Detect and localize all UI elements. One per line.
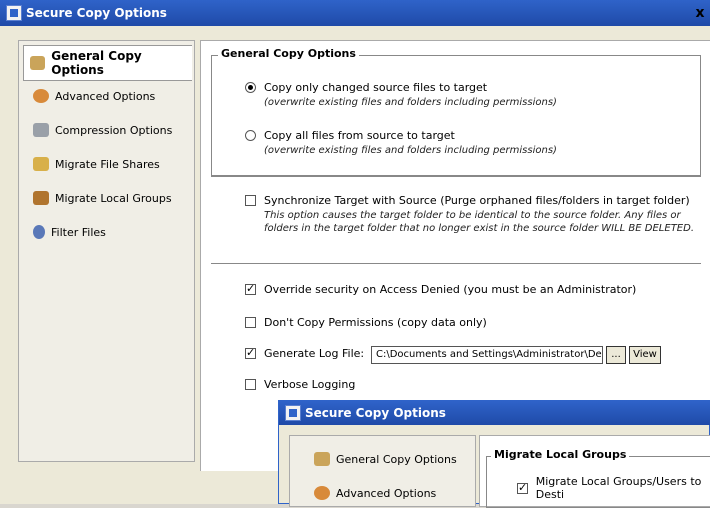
nav-item-compression-options[interactable]: Compression Options	[33, 119, 172, 141]
options-nav: General Copy Options Advanced Options Co…	[18, 40, 195, 462]
checkbox[interactable]	[245, 317, 256, 328]
advanced-options-icon	[33, 89, 49, 103]
nav-item-advanced-options[interactable]: Advanced Options	[33, 85, 155, 107]
radio-button[interactable]	[245, 82, 256, 93]
app-icon	[6, 5, 22, 21]
nav-item-migrate-file-shares[interactable]: Migrate File Shares	[33, 153, 160, 175]
title-bar: Secure Copy Options	[279, 401, 710, 425]
filter-icon	[33, 225, 45, 239]
view-log-button[interactable]: View	[629, 346, 661, 364]
nav-item-advanced-options[interactable]: Advanced Options	[314, 482, 436, 504]
checkbox-label: Verbose Logging	[264, 378, 356, 391]
verbose-logging-checkbox[interactable]: Verbose Logging	[245, 378, 355, 391]
sync-target-checkbox[interactable]: Synchronize Target with Source (Purge or…	[245, 194, 690, 207]
nav-label: Migrate Local Groups	[55, 191, 172, 205]
sync-description-line2: folders in the target folder that no lon…	[264, 223, 694, 234]
group-title: Migrate Local Groups	[491, 448, 630, 461]
nav-label: Advanced Options	[336, 486, 437, 500]
section-divider	[211, 263, 701, 264]
nav-item-general-copy-options[interactable]: General Copy Options	[314, 448, 457, 470]
radio-description: (overwrite existing files and folders in…	[264, 97, 557, 108]
checkbox-label: Generate Log File:	[264, 347, 365, 360]
nav-item-migrate-local-groups[interactable]: Migrate Local Groups	[33, 187, 172, 209]
close-icon[interactable]: x	[692, 5, 708, 21]
options-content: Migrate Local Groups Migrate Local Group…	[479, 435, 710, 508]
nav-item-general-copy-options[interactable]: General Copy Options	[23, 45, 192, 81]
browse-button[interactable]: ...	[606, 346, 626, 364]
log-file-path-input[interactable]: C:\Documents and Settings\Administrator\…	[371, 346, 603, 364]
general-options-icon	[314, 452, 330, 466]
window-title: Secure Copy Options	[305, 406, 446, 420]
checkbox-label: Override security on Access Denied (you …	[264, 283, 637, 296]
radio-copy-changed[interactable]: Copy only changed source files to target	[245, 81, 487, 94]
migrate-local-groups-group: Migrate Local Groups Migrate Local Group…	[486, 448, 710, 508]
checkbox-label: Don't Copy Permissions (copy data only)	[264, 316, 487, 329]
radio-description: (overwrite existing files and folders in…	[264, 145, 557, 156]
title-bar: Secure Copy Options x	[0, 0, 710, 26]
checkbox[interactable]	[245, 195, 256, 206]
general-copy-options-group: General Copy Options	[211, 47, 701, 177]
override-security-checkbox[interactable]: Override security on Access Denied (you …	[245, 282, 637, 296]
secure-copy-options-window-2: Secure Copy Options General Copy Options…	[278, 400, 710, 508]
general-options-icon	[30, 56, 46, 70]
window-title: Secure Copy Options	[26, 6, 167, 20]
nav-label: Migrate File Shares	[55, 157, 160, 171]
nav-label: Filter Files	[51, 225, 106, 239]
section-divider	[211, 175, 701, 176]
checkbox[interactable]	[245, 282, 256, 295]
file-shares-icon	[33, 157, 49, 171]
sync-description-line1: This option causes the target folder to …	[264, 210, 681, 221]
compression-icon	[33, 123, 49, 137]
radio-label: Copy all files from source to target	[264, 129, 455, 142]
radio-copy-all[interactable]: Copy all files from source to target	[245, 129, 455, 142]
dont-copy-permissions-checkbox[interactable]: Don't Copy Permissions (copy data only)	[245, 316, 487, 329]
nav-item-filter-files[interactable]: Filter Files	[33, 221, 106, 243]
nav-label: General Copy Options	[336, 452, 457, 466]
nav-label: Compression Options	[55, 123, 173, 137]
radio-label: Copy only changed source files to target	[264, 81, 488, 94]
generate-log-checkbox[interactable]: Generate Log File:	[245, 346, 365, 360]
app-icon	[285, 405, 301, 421]
advanced-options-icon	[314, 486, 330, 500]
checkbox-label: Migrate Local Groups/Users to Desti	[535, 475, 702, 501]
group-title: General Copy Options	[218, 47, 359, 60]
radio-button[interactable]	[245, 130, 256, 141]
options-nav: General Copy Options Advanced Options	[289, 435, 476, 507]
nav-label: General Copy Options	[51, 49, 142, 77]
migrate-local-groups-checkbox[interactable]: Migrate Local Groups/Users to Desti	[517, 475, 710, 501]
checkbox-label: Synchronize Target with Source (Purge or…	[264, 194, 690, 207]
checkbox[interactable]	[517, 481, 528, 494]
checkbox[interactable]	[245, 379, 256, 390]
nav-label: Advanced Options	[55, 89, 156, 103]
checkbox[interactable]	[245, 346, 256, 359]
local-groups-icon	[33, 191, 49, 205]
